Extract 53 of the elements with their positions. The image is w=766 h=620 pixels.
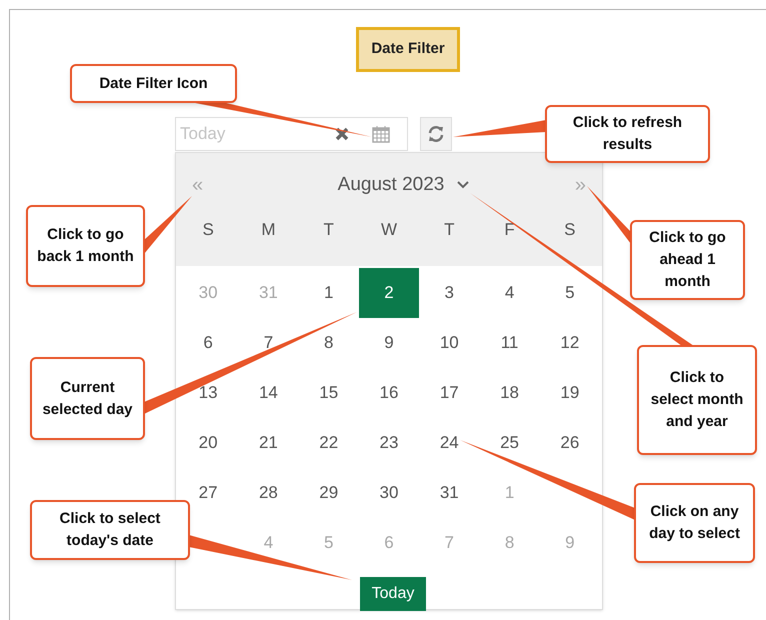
day-cell[interactable]: 10 [419,318,480,368]
day-cell[interactable]: 6 [178,318,238,368]
callout: Click on any day to select [634,483,755,563]
day-cell[interactable]: 13 [178,368,238,418]
day-cell[interactable]: 7 [238,318,298,368]
callout: Click to refresh results [545,105,710,163]
day-cell[interactable]: 1 [298,268,359,318]
day-cell[interactable]: 21 [238,418,298,468]
day-cell[interactable]: 9 [358,318,419,368]
day-cell[interactable]: 30 [358,468,419,518]
day-cell[interactable]: 26 [540,418,600,468]
month-year-button[interactable]: August 2023 [338,170,444,200]
callout: Click to select today's date [30,500,190,560]
callout: Click to select month and year [637,345,757,455]
day-cell[interactable]: 22 [298,418,359,468]
day-cell[interactable]: 12 [540,318,600,368]
day-cell[interactable]: 14 [238,368,298,418]
day-cell[interactable]: 23 [358,418,419,468]
day-cell[interactable]: 25 [480,418,540,468]
day-cell[interactable]: 16 [358,368,419,418]
day-cell[interactable]: 5 [540,268,600,318]
weekday-label: M [261,219,276,241]
day-cell[interactable]: 8 [298,318,359,368]
callout: Click to go ahead 1 month [630,220,745,300]
day-cell[interactable]: 11 [480,318,540,368]
day-cell[interactable]: 24 [419,418,480,468]
day-cell[interactable]: 20 [178,418,238,468]
day-cell[interactable]: 18 [480,368,540,418]
callout: Date Filter Icon [70,64,237,103]
weekday-label: S [564,219,576,241]
day-cell[interactable]: 15 [298,368,359,418]
date-field[interactable]: Today [175,117,408,151]
day-cell[interactable]: 3 [419,268,480,318]
callout: Click to go back 1 month [26,205,145,287]
weekday-label: W [380,219,398,241]
clear-icon[interactable] [334,126,350,142]
weekday-label: T [324,219,334,241]
page-title: Date Filter [356,27,460,72]
day-cell[interactable]: 2 [358,268,419,318]
weekday-label: S [202,219,214,241]
weekday-label: F [504,219,515,241]
weekday-label: T [444,219,454,241]
today-button[interactable]: Today [360,577,426,611]
callout: Current selected day [30,357,145,440]
day-cell[interactable]: 28 [238,468,298,518]
day-cell[interactable]: 31 [419,468,480,518]
day-cell[interactable]: 29 [298,468,359,518]
day-cell[interactable]: 19 [540,368,600,418]
refresh-icon [426,124,446,144]
chevron-down-icon[interactable] [456,180,470,190]
day-cell[interactable]: 4 [480,268,540,318]
refresh-button[interactable] [420,117,452,151]
day-cell[interactable]: 17 [419,368,480,418]
